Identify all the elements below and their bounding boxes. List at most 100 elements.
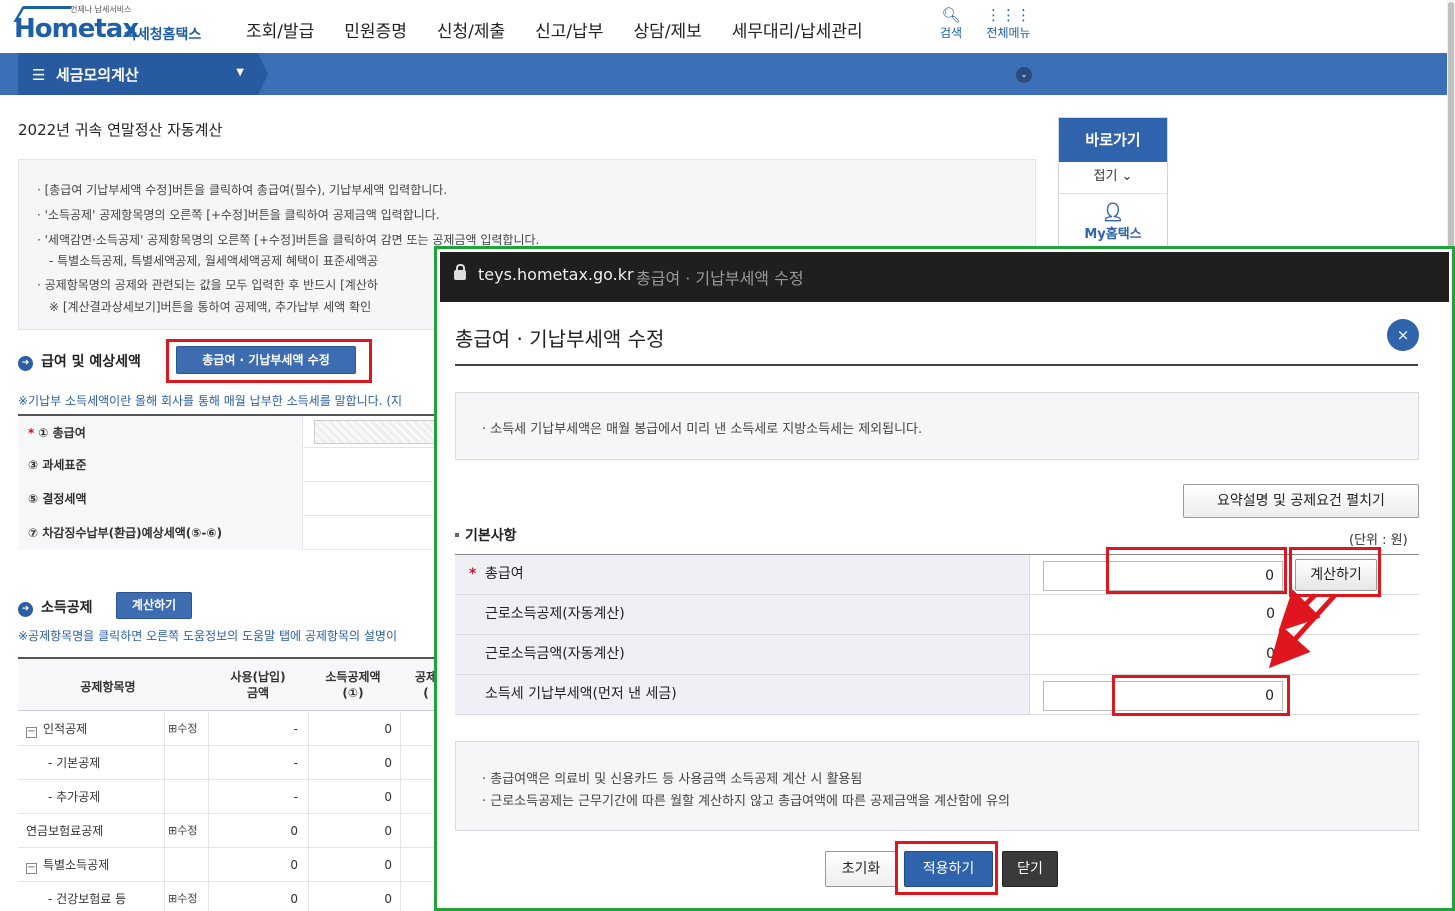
guide-line: - 특별소득공제, 특별세액공제, 월세액세액공제 혜택이 표준세액공 [49, 254, 379, 268]
popup-url: teys.hometax.go.kr [478, 265, 634, 284]
all-menu-button[interactable]: ⋮⋮⋮ 전체메뉴 [986, 6, 1031, 41]
collapse-icon[interactable]: − [26, 863, 37, 874]
row-name: 인적공제 [43, 722, 88, 736]
table-row[interactable]: - 건강보험료 등 ⊞수정 0 0 [18, 882, 438, 911]
search-button[interactable]: 🔍︎ 검색 [940, 6, 962, 41]
highlight-box [1112, 675, 1290, 716]
hometax-logo[interactable]: 언제나 납세서비스 Hometax 국세청홈택스 [13, 4, 214, 48]
all-menu-label: 전체메뉴 [986, 26, 1031, 40]
my-hometax-link[interactable]: 👤︎ My홈택스 [1059, 194, 1167, 242]
popup-heading: 총급여 · 기납부세액 수정 [455, 327, 665, 351]
row-name: - 기본공제 [48, 756, 101, 770]
highlight-box [1106, 547, 1287, 594]
summary-row: ⑤ 결정세액 [18, 482, 443, 516]
popup-window: teys.hometax.go.kr 총급여 · 기납부세액 수정 총급여 · … [434, 246, 1455, 911]
table-row[interactable]: 연금보험료공제 ⊞수정 0 0 [18, 814, 438, 848]
expand-summary-button[interactable]: 요약설명 및 공제요건 펼치기 [1183, 484, 1419, 518]
quick-links-panel: 바로가기 접기 ⌄ 👤︎ My홈택스 [1058, 117, 1168, 247]
row-label: 총급여 [485, 566, 524, 582]
user-icon: 👤︎ [1101, 202, 1125, 223]
nav-tax-simulation[interactable]: ☰ 세금모의계산 ▼ [18, 53, 268, 95]
required-mark: * [469, 566, 477, 582]
quick-title: 바로가기 [1059, 118, 1167, 162]
highlight-box [895, 841, 998, 895]
table-header: 공제항목명 사용(납입) 금액 소득공제액 (①) 공제 ( [18, 659, 438, 711]
menu-item-certificate[interactable]: 민원증명 [344, 17, 407, 42]
menu-item-report[interactable]: 신고/납부 [535, 17, 603, 42]
page-title: 2022년 귀속 연말정산 자동계산 [18, 121, 223, 139]
popup-info-box: · 소득세 기납부세액은 매월 봉급에서 미리 낸 소득세로 지방소득세는 제외… [455, 392, 1419, 460]
row-label: 소득세 기납부세액(먼저 낸 세금) [485, 686, 677, 702]
deduct-cell: 0 [384, 790, 392, 804]
row-name: 연금보험료공제 [26, 824, 104, 838]
summary-row: ③ 과세표준 [18, 448, 443, 482]
menu-item-inquiry[interactable]: 조회/발급 [246, 17, 314, 42]
section-income-deduction: ➜ 소득공제 [18, 597, 93, 617]
popup-window-title: 총급여 · 기납부세액 수정 [636, 269, 804, 288]
deduct-cell: 0 [384, 824, 392, 838]
section-bullet-icon: ➜ [18, 356, 33, 371]
reset-button[interactable]: 초기화 [825, 851, 897, 887]
row-name: 특별소득공제 [43, 858, 110, 872]
close-icon[interactable]: × [1387, 319, 1419, 351]
table-row[interactable]: − 특별소득공제 0 0 [18, 848, 438, 882]
note-line: · 근로소득공제는 근무기간에 따른 월할 계산하지 않고 총급여액에 따른 공… [482, 794, 1010, 809]
summary-row: * ① 총급여 [18, 414, 454, 450]
quick-item-label: My홈택스 [1084, 227, 1142, 242]
edit-button[interactable]: ⊞수정 [168, 882, 197, 911]
nav-expand-icon[interactable]: ⌄ [1016, 67, 1032, 83]
amount-cell: 0 [290, 892, 298, 906]
main-menu: 조회/발급 민원증명 신청/제출 신고/납부 상담/제보 세무대리/납세관리 [246, 17, 893, 42]
hamburger-icon: ☰ [32, 66, 46, 84]
screen: 언제나 납세서비스 Hometax 국세청홈택스 조회/발급 민원증명 신청/제… [0, 0, 1455, 911]
lock-icon [454, 264, 466, 280]
amount-cell: 0 [290, 824, 298, 838]
annotation-arrows [1268, 589, 1337, 669]
guide-line: ※ [계산결과상세보기]버튼을 통하여 공제액, 추가납부 세액 확인 [49, 300, 372, 314]
close-button[interactable]: 닫기 [1002, 851, 1058, 887]
search-label: 검색 [940, 26, 963, 40]
calculate-button[interactable]: 계산하기 [116, 592, 192, 619]
menu-item-consult[interactable]: 상담/제보 [633, 17, 701, 42]
amount-cell: - [293, 756, 298, 770]
popup-info-text: · 소득세 기납부세액은 매월 봉급에서 미리 낸 소득세로 지방소득세는 제외… [482, 422, 923, 437]
col-header: 공제항목명 [80, 680, 136, 694]
total-salary-field [314, 420, 454, 444]
deduction-note: ※공제항목명을 클릭하면 오른쪽 도움정보의 도움말 탭에 공제항목의 설명이 [18, 629, 397, 643]
edit-button[interactable]: ⊞수정 [168, 712, 197, 746]
row-label: ⑦ 차감징수납부(환급)예상세액(⑤-⑥) [18, 516, 303, 550]
search-icon: 🔍︎ [941, 6, 961, 24]
row-label: 근로소득금액(자동계산) [485, 646, 625, 662]
deduct-cell: 0 [384, 756, 392, 770]
fold-button[interactable]: 접기 ⌄ [1059, 162, 1167, 194]
basic-section-title: 기본사항 [455, 525, 517, 545]
menu-item-application[interactable]: 신청/제출 [437, 17, 505, 42]
amount-cell: - [293, 790, 298, 804]
menu-item-agent[interactable]: 세무대리/납세관리 [732, 17, 863, 42]
fold-label: 접기 [1093, 169, 1118, 184]
row-label: ③ 과세표준 [18, 448, 303, 482]
guide-line: · [총급여 기납부세액 수정]버튼을 클릭하여 총급여(필수), 기납부세액 … [37, 183, 448, 197]
nav-title: 세금모의계산 [55, 66, 139, 84]
amount-cell: - [293, 722, 298, 736]
row-name: - 추가공제 [48, 790, 101, 804]
table-row[interactable]: − 인적공제 ⊞수정 - 0 [18, 712, 438, 746]
highlight-box [166, 339, 372, 383]
edit-button[interactable]: ⊞수정 [168, 814, 197, 848]
deduct-cell: 0 [384, 722, 392, 736]
col-header: 소득공제액 (①) [325, 670, 381, 700]
col-header: 사용(납입) 금액 [230, 670, 286, 700]
collapse-icon[interactable]: − [26, 727, 37, 738]
table-row[interactable]: - 기본공제 - 0 [18, 746, 438, 780]
popup-titlebar: teys.hometax.go.kr 총급여 · 기납부세액 수정 [440, 252, 1449, 302]
deduct-cell: 0 [384, 858, 392, 872]
row-name: - 건강보험료 등 [48, 892, 127, 906]
table-row[interactable]: - 추가공제 - 0 [18, 780, 438, 814]
amount-cell: 0 [290, 858, 298, 872]
section-title: 급여 및 예상세액 [41, 354, 141, 370]
section-title: 소득공제 [41, 600, 93, 616]
summary-row: ⑦ 차감징수납부(환급)예상세액(⑤-⑥) [18, 516, 443, 550]
deduct-cell: 0 [384, 892, 392, 906]
guide-line: · '소득공제' 공제항목명의 오른쪽 [+수정]버튼을 클릭하여 공제금액 입… [37, 208, 440, 222]
section-salary: ➜ 급여 및 예상세액 [18, 351, 141, 371]
